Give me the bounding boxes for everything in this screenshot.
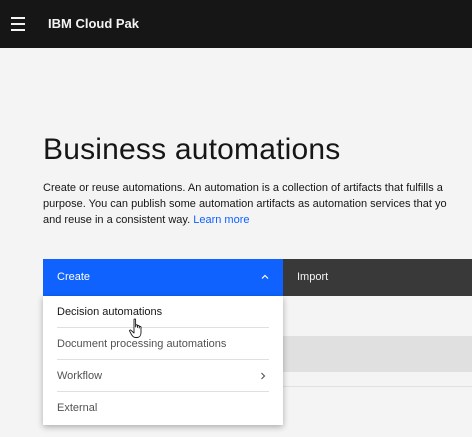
chevron-up-icon [261,274,269,279]
create-button-label: Create [57,271,91,283]
menu-item-external[interactable]: External [43,392,283,424]
background-divider [283,386,472,387]
menu-item-document-processing-automations[interactable]: Document processing automations [43,328,283,360]
hamburger-menu-icon[interactable] [11,17,25,31]
menu-item-decision-automations[interactable]: Decision automations [43,296,283,328]
learn-more-link[interactable]: Learn more [193,214,249,226]
menu-item-workflow[interactable]: Workflow [43,360,283,392]
create-dropdown-menu: Decision automations Document processing… [43,296,283,425]
description-line-3-text: and reuse in a consistent way. [43,214,191,226]
create-button[interactable]: Create [43,259,283,296]
action-tab-bar: Create Import [43,259,472,296]
import-button[interactable]: Import [283,259,472,296]
description-line-2: purpose. You can publish some automation… [43,198,447,210]
top-header-bar: IBM Cloud Pak [0,0,472,48]
description-line-3: and reuse in a consistent way. Learn mor… [43,212,472,228]
page-description: Create or reuse automations. An automati… [43,180,472,228]
product-name[interactable]: IBM Cloud Pak [48,16,139,31]
menu-item-label: Workflow [57,370,103,382]
description-line-1: Create or reuse automations. An automati… [43,182,443,194]
chevron-right-icon [261,372,266,380]
background-panel-bar [283,336,472,372]
menu-item-label: Document processing automations [57,338,227,350]
import-button-label: Import [297,271,329,283]
menu-item-label: External [57,402,98,414]
page-title: Business automations [43,133,341,166]
menu-item-label: Decision automations [57,306,163,318]
